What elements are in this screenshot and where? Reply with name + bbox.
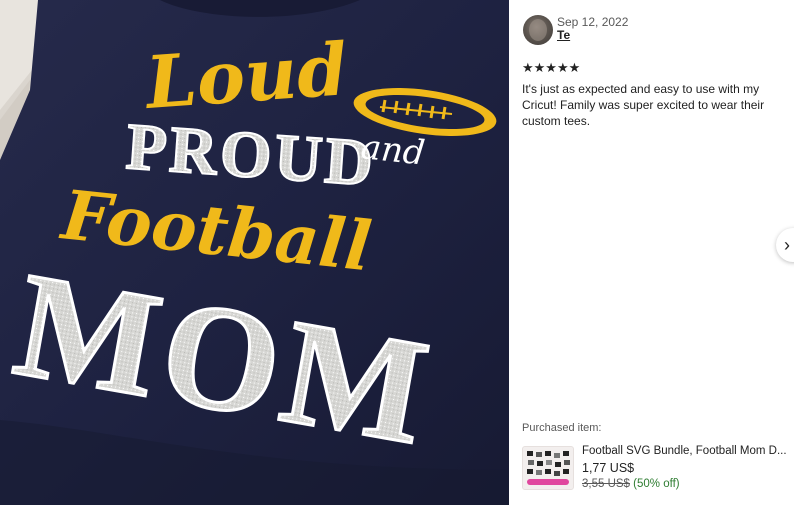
purchased-item-price: 1,77 US$ xyxy=(582,461,635,475)
discount-percent: (50% off) xyxy=(633,478,680,490)
review-date: Sep 12, 2022 xyxy=(557,15,629,29)
photo-text-loud: Loud xyxy=(141,26,350,125)
purchased-item-original-price: 3,55 US$ (50% off) xyxy=(582,478,680,490)
review-panel: Sep 12, 2022 Te ★★★★★ It's just as expec… xyxy=(509,0,794,505)
shirt-photo-image: Loud PROUD and Football MOM xyxy=(0,0,509,505)
review-photo[interactable]: Loud PROUD and Football MOM xyxy=(0,0,509,505)
photo-text-and: and xyxy=(359,127,427,173)
reviewer-username-link[interactable]: Te xyxy=(557,28,570,42)
purchased-item-label: Purchased item: xyxy=(522,422,602,434)
purchased-item-thumbnail[interactable] xyxy=(522,446,574,490)
next-arrow-icon[interactable]: › xyxy=(776,228,794,262)
star-rating: ★★★★★ xyxy=(522,60,581,75)
review-text: It's just as expected and easy to use wi… xyxy=(522,82,765,128)
original-price-strikethrough: 3,55 US$ xyxy=(582,478,630,490)
purchased-item-title-link[interactable]: Football SVG Bundle, Football Mom D... xyxy=(582,445,787,457)
reviewer-avatar[interactable] xyxy=(523,15,553,45)
